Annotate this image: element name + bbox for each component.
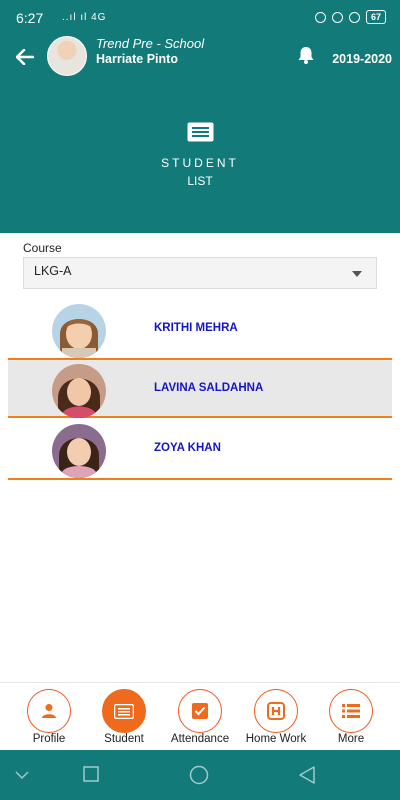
status-bar: 6:27 ..ıl ıl 4G 67: [0, 0, 400, 36]
person-icon: [42, 704, 56, 718]
menu-list-icon: [342, 704, 360, 718]
back-triangle-icon[interactable]: [298, 766, 316, 784]
nav-more[interactable]: More: [311, 689, 391, 745]
student-name: LAVINA SALDAHNA: [154, 382, 264, 394]
nav-student-circle[interactable]: [102, 689, 146, 733]
home-icon[interactable]: [189, 765, 209, 785]
nav-attendance[interactable]: Attendance: [160, 689, 240, 745]
app-header: Trend Pre - School Harriate Pinto 2019-2…: [0, 36, 400, 80]
banner-title: STUDENT: [161, 156, 239, 170]
nav-profile[interactable]: Profile: [9, 689, 89, 745]
chevron-down-icon[interactable]: [15, 770, 29, 780]
notifications-button[interactable]: [296, 45, 318, 67]
student-name: ZOYA KHAN: [154, 442, 221, 454]
banner-subtitle: LIST: [187, 174, 213, 188]
course-selected-value: LKG-A: [34, 264, 72, 278]
nav-profile-circle[interactable]: [27, 689, 71, 733]
student-row-selected[interactable]: LAVINA SALDAHNA: [8, 358, 392, 418]
teacher-avatar[interactable]: [47, 36, 87, 76]
nav-student[interactable]: Student: [84, 689, 164, 745]
nav-profile-label: Profile: [32, 733, 66, 745]
course-dropdown[interactable]: LKG-A: [23, 257, 377, 289]
nav-attendance-label: Attendance: [170, 733, 230, 745]
nav-student-label: Student: [104, 733, 144, 745]
nav-homework-label: Home Work: [245, 733, 307, 745]
school-name: Trend Pre - School: [96, 36, 205, 51]
course-label: Course: [23, 241, 62, 255]
recent-apps-icon[interactable]: [83, 766, 99, 782]
nav-homework[interactable]: Home Work: [236, 689, 316, 745]
list-card-icon: [187, 122, 214, 142]
back-button[interactable]: [12, 44, 38, 70]
status-time: 6:27: [16, 10, 44, 26]
battery-icon: 67: [365, 10, 386, 24]
student-photo: [52, 424, 106, 478]
student-row[interactable]: ZOYA KHAN: [8, 420, 392, 480]
status-right-group: 67: [314, 10, 386, 24]
signal-icon: ..ıl ıl 4G: [62, 12, 107, 23]
nav-more-label: More: [337, 733, 365, 745]
student-name: KRITHI MEHRA: [154, 322, 238, 334]
nav-homework-circle[interactable]: [254, 689, 298, 733]
status-app-icon: [314, 11, 326, 23]
system-nav-bar: [0, 750, 400, 800]
arrow-left-icon: [16, 49, 34, 65]
homework-h-icon: [267, 702, 285, 720]
academic-year: 2019-2020: [332, 52, 392, 66]
page-banner: STUDENT LIST: [0, 80, 400, 233]
status-notify-icon: [331, 11, 343, 23]
nav-more-circle[interactable]: [329, 689, 373, 733]
list-card-icon: [114, 703, 134, 719]
chevron-down-icon: [352, 271, 362, 277]
student-photo: [52, 304, 106, 358]
teacher-name: Harriate Pinto: [96, 52, 178, 66]
bottom-nav: Profile Student Attendance Home Work Mor…: [0, 682, 400, 750]
nav-attendance-circle[interactable]: [178, 689, 222, 733]
checkbox-icon: [192, 703, 208, 719]
bell-icon: [298, 47, 314, 64]
student-row[interactable]: KRITHI MEHRA: [8, 300, 392, 360]
alarm-icon: [348, 11, 360, 23]
student-photo: [52, 364, 106, 418]
